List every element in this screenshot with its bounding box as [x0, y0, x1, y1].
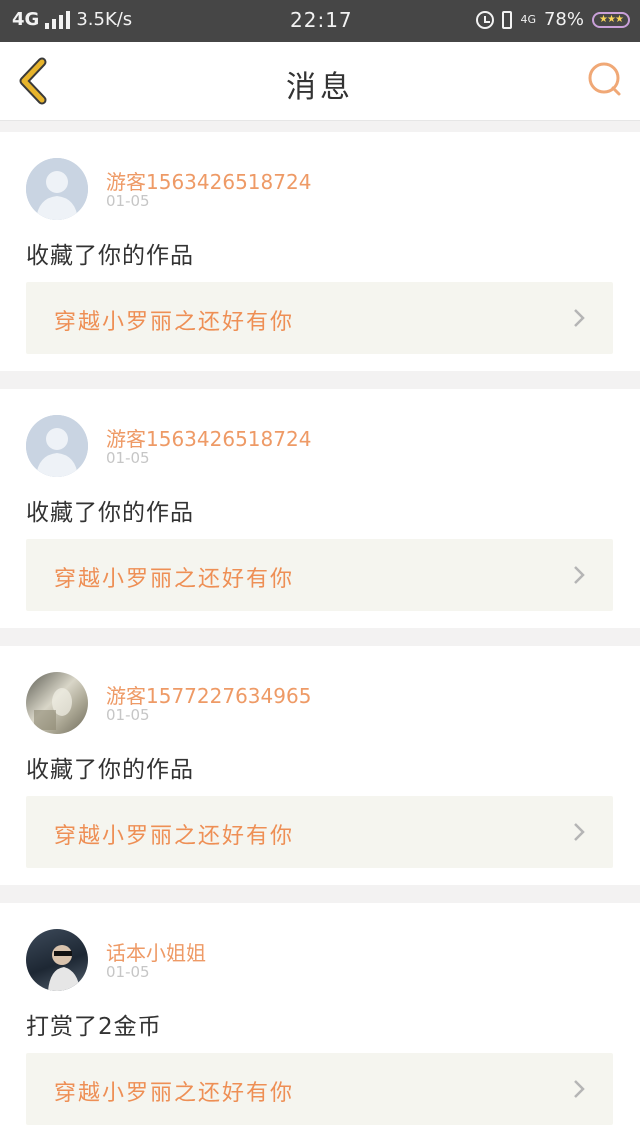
photo-avatar-icon: [34, 688, 72, 730]
network-type: 4G: [12, 9, 40, 30]
page-title: 消息: [286, 70, 354, 105]
message-action: 收藏了你的作品: [26, 500, 194, 526]
signal-icon: [45, 10, 71, 29]
user-name[interactable]: 话本小姐姐: [106, 937, 206, 966]
message-card: 话本小姐姐 01-05 打赏了2金币 穿越小罗丽之还好有你: [0, 903, 640, 1142]
user-name[interactable]: 游客1577227634965: [106, 680, 311, 709]
work-title: 穿越小罗丽之还好有你: [54, 824, 295, 849]
vibrate-icon: [502, 10, 513, 29]
default-avatar-icon: [26, 158, 88, 220]
photo-avatar-icon: [48, 945, 80, 991]
user-name[interactable]: 游客1563426518724: [106, 166, 311, 195]
message-date: 01-05: [106, 449, 150, 467]
search-icon[interactable]: [586, 60, 624, 98]
work-title: 穿越小罗丽之还好有你: [54, 567, 295, 592]
chevron-right-icon: [574, 309, 585, 327]
status-left: 4G 3.5K/s: [12, 9, 132, 30]
avatar[interactable]: [26, 415, 88, 477]
chevron-right-icon: [574, 566, 585, 584]
battery-percent: 78%: [543, 9, 584, 30]
message-date: 01-05: [106, 963, 150, 981]
message-date: 01-05: [106, 706, 150, 724]
battery-icon: ★★★: [592, 11, 630, 28]
message-action: 收藏了你的作品: [26, 243, 194, 269]
status-time: 22:17: [290, 8, 353, 32]
status-right: 4G 78% ★★★: [476, 9, 630, 30]
avatar[interactable]: [26, 672, 88, 734]
avatar[interactable]: [26, 929, 88, 991]
status-bar: 4G 3.5K/s 22:17 4G 78% ★★★: [0, 0, 640, 42]
work-title: 穿越小罗丽之还好有你: [54, 1081, 295, 1106]
work-title: 穿越小罗丽之还好有你: [54, 310, 295, 335]
alarm-icon: [476, 10, 495, 29]
default-avatar-icon: [26, 415, 88, 477]
avatar[interactable]: [26, 158, 88, 220]
network-type-right: 4G: [520, 13, 536, 26]
network-speed: 3.5K/s: [76, 9, 133, 30]
work-link[interactable]: 穿越小罗丽之还好有你: [26, 796, 613, 868]
user-name[interactable]: 游客1563426518724: [106, 423, 311, 452]
app-header: 消息: [0, 42, 640, 121]
message-card: 游客1577227634965 01-05 收藏了你的作品 穿越小罗丽之还好有你: [0, 646, 640, 885]
message-card: 游客1563426518724 01-05 收藏了你的作品 穿越小罗丽之还好有你: [0, 132, 640, 371]
chevron-right-icon: [574, 823, 585, 841]
message-card: 游客1563426518724 01-05 收藏了你的作品 穿越小罗丽之还好有你: [0, 389, 640, 628]
work-link[interactable]: 穿越小罗丽之还好有你: [26, 539, 613, 611]
message-action: 收藏了你的作品: [26, 757, 194, 783]
work-link[interactable]: 穿越小罗丽之还好有你: [26, 282, 613, 354]
chevron-right-icon: [574, 1080, 585, 1098]
message-action: 打赏了2金币: [26, 1014, 162, 1040]
message-date: 01-05: [106, 192, 150, 210]
work-link[interactable]: 穿越小罗丽之还好有你: [26, 1053, 613, 1125]
